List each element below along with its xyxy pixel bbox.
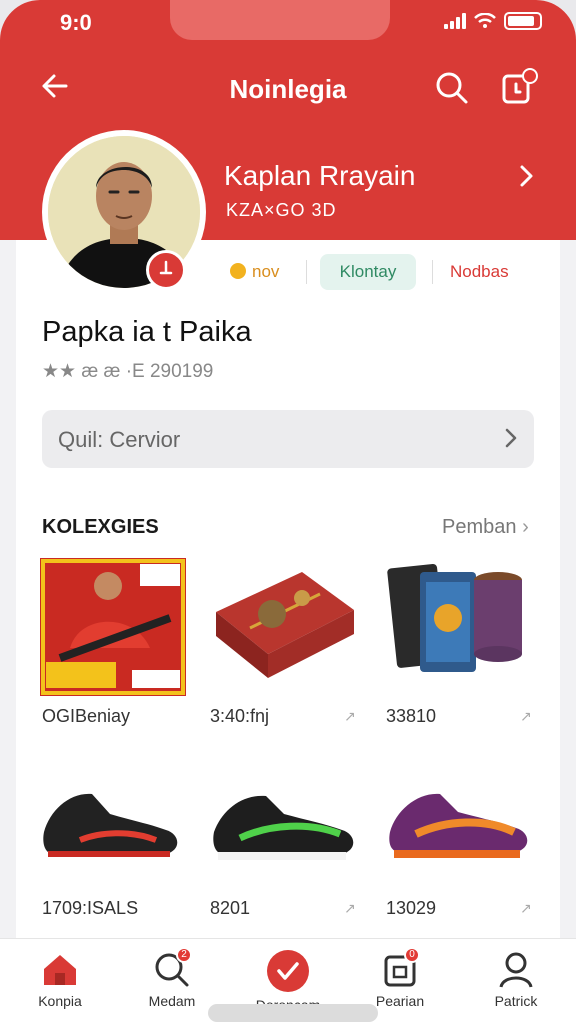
search-icon[interactable] bbox=[432, 68, 472, 108]
share-icon[interactable]: ↗ bbox=[520, 900, 532, 917]
cart-button[interactable] bbox=[498, 68, 538, 108]
product-card-shoe[interactable] bbox=[386, 770, 532, 870]
tag-nov-label: nov bbox=[252, 262, 280, 281]
product-card-shoe[interactable] bbox=[210, 772, 360, 872]
status-icons bbox=[444, 12, 542, 30]
tab-bag[interactable]: 0 Pearian bbox=[352, 947, 448, 1009]
battery-icon bbox=[504, 12, 542, 30]
user-icon bbox=[499, 952, 533, 988]
status-time: 9:0 bbox=[60, 10, 92, 35]
tab-search[interactable]: 2 Medam bbox=[124, 947, 220, 1009]
sneaker-icon bbox=[389, 793, 528, 858]
camera-notch bbox=[170, 0, 390, 40]
divider bbox=[306, 260, 307, 284]
tab-label: Medam bbox=[148, 993, 196, 1009]
check-circle-icon bbox=[267, 950, 309, 992]
tab-label: Konpia bbox=[38, 993, 82, 1009]
product-price: 13029 bbox=[386, 898, 437, 918]
product-price: 1709:ISALS bbox=[42, 898, 139, 918]
tag-nodbas[interactable]: Nodbas bbox=[450, 254, 509, 290]
see-more-label: Pemban bbox=[442, 516, 517, 538]
product-price: 3:40:fnj bbox=[210, 706, 270, 726]
user-handle: KZA×GO 3D bbox=[226, 200, 337, 220]
tab-label: Patrick bbox=[494, 993, 538, 1009]
product-image bbox=[216, 572, 354, 678]
sneaker-icon bbox=[213, 795, 354, 860]
tag-klontay[interactable]: Klontay bbox=[320, 254, 416, 290]
share-icon[interactable]: ↗ bbox=[520, 708, 532, 725]
product-card-shoe[interactable] bbox=[40, 770, 184, 870]
product-price: 8201 bbox=[210, 898, 251, 918]
edit-icon bbox=[159, 260, 173, 275]
tab-home[interactable]: Konpia bbox=[12, 949, 108, 1009]
page-title: Noinlegia bbox=[229, 74, 347, 104]
wifi-icon bbox=[474, 13, 496, 28]
section-title: KOLEXGIES bbox=[42, 516, 159, 538]
product-card-poster[interactable] bbox=[40, 558, 186, 696]
tab-badge: 0 bbox=[404, 947, 420, 963]
smile-icon bbox=[230, 263, 246, 279]
product-card-box[interactable] bbox=[210, 562, 358, 692]
user-name: Kaplan Rrayain bbox=[224, 160, 416, 191]
home-indicator[interactable] bbox=[208, 1004, 378, 1022]
avatar-edit-badge[interactable] bbox=[146, 250, 186, 290]
shop-name: Papka ia t Paika bbox=[42, 316, 252, 348]
product-price: OGIBeniay bbox=[42, 706, 131, 726]
product-image bbox=[387, 563, 522, 672]
tab-profile[interactable]: Patrick bbox=[468, 949, 564, 1009]
product-image bbox=[40, 558, 186, 696]
signal-icon bbox=[444, 13, 466, 29]
chevron-right-icon bbox=[505, 428, 517, 448]
phone-screen: 9:0 Noinlegia Kaplan Rrayain KZA×GO 3D n… bbox=[0, 0, 576, 1024]
sneaker-icon bbox=[43, 793, 178, 857]
quick-action-row[interactable]: Quil: Cervior bbox=[42, 410, 534, 468]
shop-rating: ★★ æ æ ·E 290199 bbox=[42, 361, 214, 382]
cart-badge bbox=[522, 68, 538, 84]
chevron-right-icon: › bbox=[522, 516, 529, 538]
chevron-right-icon[interactable] bbox=[512, 162, 540, 190]
see-more-link[interactable]: Pemban › bbox=[442, 516, 529, 539]
tag-nov[interactable]: nov bbox=[230, 254, 279, 290]
product-card-cards[interactable] bbox=[386, 560, 526, 680]
divider bbox=[432, 260, 433, 284]
product-price: 33810 bbox=[386, 706, 437, 726]
quick-action-label: Quil: Cervior bbox=[58, 427, 181, 452]
share-icon[interactable]: ↗ bbox=[344, 708, 356, 725]
share-icon[interactable]: ↗ bbox=[344, 900, 356, 917]
home-icon bbox=[44, 955, 76, 985]
tab-badge: 2 bbox=[176, 947, 192, 963]
